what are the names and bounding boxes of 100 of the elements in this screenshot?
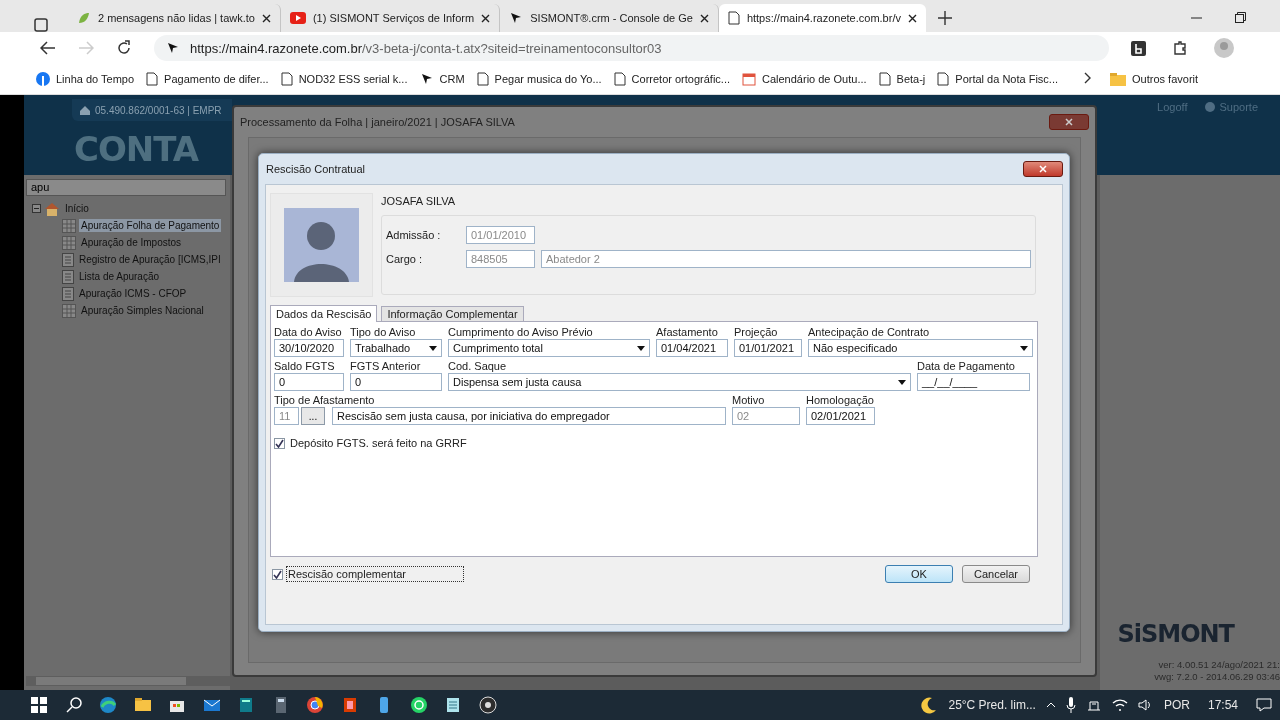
input-field[interactable]: 01/04/2021 xyxy=(656,339,728,357)
wifi-icon[interactable] xyxy=(1111,698,1128,712)
employee-name: JOSAFA SILVA xyxy=(381,195,457,207)
tab[interactable]: Dados da Rescisão xyxy=(270,305,378,322)
leaf-icon xyxy=(77,11,91,25)
field-label: Data do Aviso xyxy=(274,326,343,338)
language-indicator[interactable]: POR xyxy=(1163,698,1190,712)
bookmark[interactable]: Calendário de Outu... xyxy=(742,72,867,86)
clock[interactable]: 17:54 xyxy=(1207,698,1238,712)
bookmark[interactable]: Pagamento de difer... xyxy=(146,72,269,86)
scrollbar[interactable] xyxy=(26,676,230,686)
dropdown[interactable]: Não especificado xyxy=(808,339,1033,357)
tree-item[interactable]: Apuração de Impostos xyxy=(79,236,184,249)
reload-icon[interactable] xyxy=(116,40,132,56)
field-label: Projeção xyxy=(734,326,779,338)
close-icon xyxy=(1065,118,1073,126)
page-icon xyxy=(727,11,740,25)
caret-icon xyxy=(898,379,906,385)
bookmark[interactable]: Linha do Tempo xyxy=(36,72,135,86)
document-icon xyxy=(62,286,74,301)
checkbox[interactable] xyxy=(274,437,285,449)
page-icon xyxy=(146,72,159,86)
bookmark[interactable]: NOD32 ESS serial k... xyxy=(280,72,408,86)
table-icon xyxy=(62,235,76,250)
network-icon[interactable] xyxy=(1085,698,1102,712)
microphone-icon[interactable] xyxy=(1065,697,1076,713)
table-icon xyxy=(62,303,76,318)
tree-item[interactable]: Início xyxy=(63,202,91,215)
puzzle-icon[interactable] xyxy=(1172,40,1188,56)
chat-icon xyxy=(409,696,428,714)
input-field[interactable]: 02/01/2021 xyxy=(806,407,875,425)
disc-icon xyxy=(478,696,497,714)
home-icon xyxy=(44,201,60,216)
dropdown[interactable]: Cumprimento total xyxy=(448,339,650,357)
notification-icon[interactable] xyxy=(1256,698,1272,712)
field-label: Homologação xyxy=(806,394,875,406)
folder-icon xyxy=(133,696,152,714)
tree-item[interactable]: Registro de Apuração [ICMS,IPI xyxy=(77,253,223,266)
tree-item[interactable]: Apuração ICMS - CFOP xyxy=(77,287,189,300)
back-icon[interactable] xyxy=(40,41,56,55)
weather-text[interactable]: 25°C Pred. lim... xyxy=(948,698,1036,712)
folder-icon xyxy=(1110,72,1127,86)
bookmark-folder[interactable]: Outros favorit xyxy=(1110,72,1199,86)
page-icon xyxy=(937,72,950,86)
close-icon[interactable] xyxy=(481,13,491,23)
version-text: ver: 4.00.51 24/ago/2021 21: xyxy=(1158,659,1280,670)
restore-icon[interactable] xyxy=(1235,11,1246,23)
avatar-icon[interactable] xyxy=(1214,38,1234,58)
bookmark[interactable]: Beta-j xyxy=(878,72,926,86)
field-label: Tipo do Aviso xyxy=(350,326,417,338)
close-button[interactable] xyxy=(1049,114,1089,130)
caret-icon xyxy=(1020,345,1028,351)
address-bar[interactable]: https://main4.razonete.com.br/v3-beta-j/conta-t.atx?siteid=treinamentoconsultor03 xyxy=(154,35,1109,61)
checkmark-icon xyxy=(273,569,282,579)
field-label: Tipo de Afastamento xyxy=(274,394,376,406)
page-icon xyxy=(613,72,626,86)
tree-item[interactable]: Apuração Folha de Pagamento xyxy=(79,219,222,232)
collapse-icon[interactable] xyxy=(32,204,41,213)
field-label: Cod. Saque xyxy=(448,360,508,372)
chevron-right-icon[interactable] xyxy=(1084,72,1093,84)
page-icon xyxy=(280,72,293,86)
input-field[interactable]: __/__/____ xyxy=(917,373,1030,391)
close-icon[interactable] xyxy=(699,13,709,23)
input-field[interactable]: 0 xyxy=(350,373,442,391)
chevron-up-icon[interactable] xyxy=(1045,702,1056,708)
square-icon[interactable] xyxy=(1131,40,1146,56)
bookmark[interactable]: CRM xyxy=(419,72,465,86)
bookmark[interactable]: Portal da Nota Fisc... xyxy=(937,72,1059,86)
bookmark[interactable]: Pegar musica do Yo... xyxy=(476,72,602,86)
search-field[interactable]: apu xyxy=(26,179,226,196)
caret-icon xyxy=(429,345,437,351)
dropdown[interactable]: Dispensa sem justa causa xyxy=(448,373,911,391)
dialog-title: Rescisão Contratual xyxy=(266,163,366,175)
bookmark[interactable]: Corretor ortográfic... xyxy=(613,72,730,86)
help-icon xyxy=(1205,102,1216,112)
document-icon xyxy=(62,269,74,284)
input-field[interactable]: 30/10/2020 xyxy=(274,339,344,357)
moon-icon xyxy=(920,696,939,714)
calendar-icon xyxy=(742,72,756,86)
browser-tab[interactable]: https://main4.razonete.com.br/v xyxy=(718,4,926,32)
page-icon xyxy=(476,72,489,86)
tree-item[interactable]: Lista de Apuração xyxy=(77,270,162,283)
input-field[interactable]: 0 xyxy=(274,373,344,391)
close-button[interactable] xyxy=(1023,161,1063,177)
cursor-icon xyxy=(419,72,434,86)
checkbox-label: Depósito FGTS. será feito na GRRF xyxy=(290,437,467,449)
search-icon xyxy=(65,697,82,713)
dropdown[interactable]: Trabalhado xyxy=(350,339,442,357)
plus-icon[interactable] xyxy=(937,11,952,25)
tab-actions-icon[interactable] xyxy=(34,18,48,32)
close-icon[interactable] xyxy=(907,13,917,23)
checkbox-label: Rescisão complementar xyxy=(286,566,464,582)
ok-button[interactable]: OK xyxy=(885,565,953,583)
tab[interactable]: Informação Complementar xyxy=(381,306,524,321)
input-field[interactable]: 01/01/2021 xyxy=(734,339,802,357)
close-icon[interactable] xyxy=(261,13,271,23)
cancel-button[interactable]: Cancelar xyxy=(962,565,1030,583)
field-label: Data de Pagamento xyxy=(917,360,1016,372)
checkbox[interactable] xyxy=(272,568,283,580)
tree-item[interactable]: Apuração Simples Nacional xyxy=(79,304,206,317)
